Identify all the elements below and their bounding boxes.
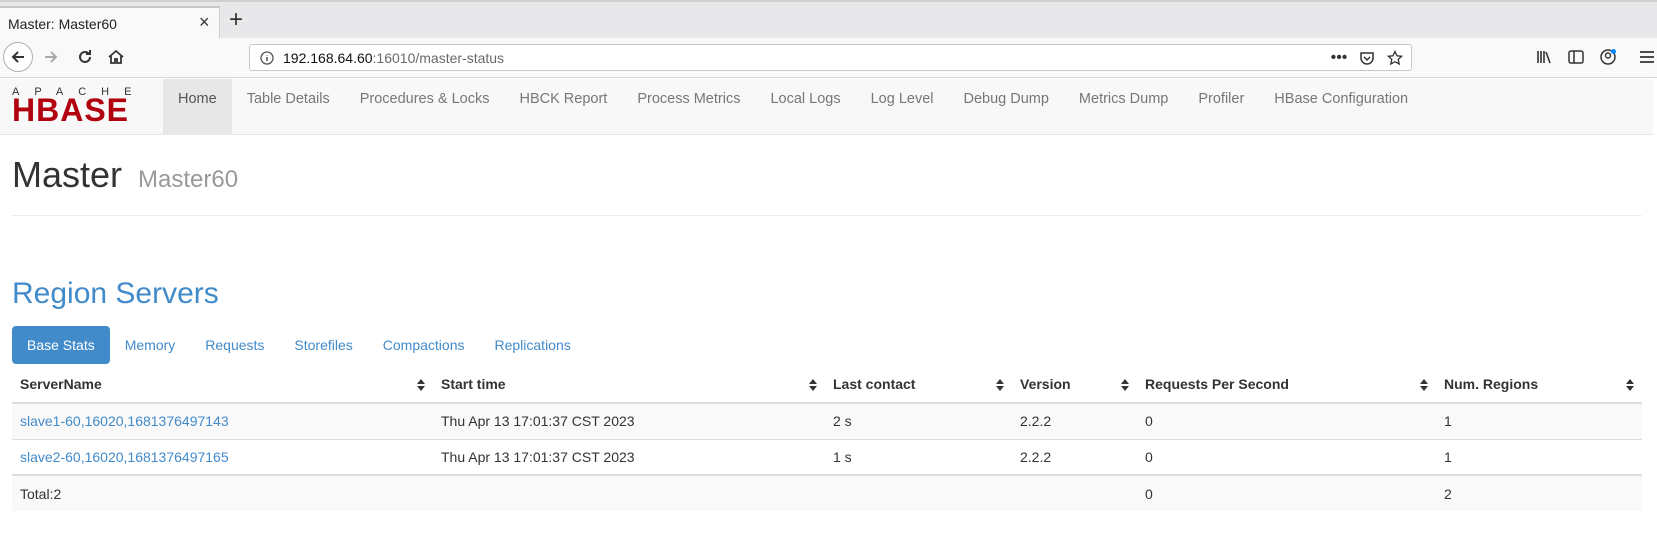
cell-requests-per-second: 0: [1137, 402, 1436, 439]
sort-icon: [417, 379, 425, 391]
logo-hbase-text: HBASE: [12, 92, 130, 128]
url-path: :16010/master-status: [372, 50, 505, 66]
column-header-start-time[interactable]: Start time: [433, 366, 825, 404]
column-header-servername[interactable]: ServerName: [12, 366, 433, 404]
cell-version: 2.2.2: [1012, 402, 1137, 439]
hamburger-menu-icon[interactable]: [1637, 47, 1657, 67]
tab-requests[interactable]: Requests: [190, 326, 279, 364]
arrow-left-icon: [11, 51, 24, 63]
nav-hbase-configuration[interactable]: HBase Configuration: [1259, 79, 1423, 135]
cell-last-contact: 2 s: [825, 402, 1012, 439]
column-header-label: Requests Per Second: [1145, 376, 1289, 392]
browser-nav-bar: 192.168.64.60:16010/master-status •••: [0, 38, 1657, 78]
cell-last-contact: 1 s: [825, 438, 1012, 475]
sort-icon: [1121, 379, 1129, 391]
page-subtitle: Master60: [138, 166, 239, 193]
column-header-label: Last contact: [833, 376, 916, 392]
tab-title: Master: Master60: [8, 16, 117, 32]
region-servers-table: ServerName Start time Last contact Versi…: [12, 366, 1642, 511]
tab-compactions[interactable]: Compactions: [368, 326, 480, 364]
page-header: Master Master60: [12, 154, 1642, 216]
column-header-label: Num. Regions: [1444, 376, 1539, 392]
page-content: APACHE HBASE Home Table Details Procedur…: [0, 79, 1657, 537]
hbase-logo[interactable]: APACHE HBASE: [12, 86, 148, 128]
main-nav: Home Table Details Procedures & Locks HB…: [163, 79, 1423, 135]
column-header-num-regions[interactable]: Num. Regions: [1436, 366, 1642, 404]
cell-num-regions: 1: [1436, 402, 1642, 439]
sort-icon: [1626, 379, 1634, 391]
reload-icon: [79, 50, 91, 63]
cell-version: 2.2.2: [1012, 438, 1137, 475]
new-tab-button[interactable]: +: [229, 8, 243, 32]
cell-start-time: Thu Apr 13 17:01:37 CST 2023: [433, 402, 825, 439]
browser-tab-bar: Master: Master60 × +: [0, 0, 1657, 40]
nav-procedures-locks[interactable]: Procedures & Locks: [345, 79, 505, 135]
total-empty-cell: [1012, 474, 1137, 511]
page-title-text: Master: [12, 154, 123, 195]
nav-metrics-dump[interactable]: Metrics Dump: [1064, 79, 1183, 135]
address-bar[interactable]: 192.168.64.60:16010/master-status •••: [249, 44, 1412, 71]
nav-debug-dump[interactable]: Debug Dump: [948, 79, 1063, 135]
nav-log-level[interactable]: Log Level: [856, 79, 949, 135]
tab-base-stats[interactable]: Base Stats: [12, 326, 110, 364]
nav-profiler[interactable]: Profiler: [1183, 79, 1259, 135]
info-icon[interactable]: [260, 51, 274, 65]
bookmark-star-icon[interactable]: [1385, 48, 1405, 68]
browser-tab[interactable]: Master: Master60 ×: [0, 6, 220, 40]
server-link[interactable]: slave1-60,16020,1681376497143: [20, 413, 229, 429]
close-tab-icon[interactable]: ×: [199, 12, 210, 32]
arrow-right-icon: [45, 51, 58, 63]
column-header-label: Start time: [441, 376, 506, 392]
tab-memory[interactable]: Memory: [110, 326, 191, 364]
home-icon: [108, 49, 124, 64]
column-header-last-contact[interactable]: Last contact: [825, 366, 1012, 404]
sidebar-icon[interactable]: [1565, 46, 1587, 68]
total-empty-cell: [825, 474, 1012, 511]
home-button[interactable]: [101, 42, 131, 72]
cell-num-regions: 1: [1436, 438, 1642, 475]
sort-icon: [809, 379, 817, 391]
total-requests-per-second: 0: [1137, 474, 1436, 511]
region-servers-title: Region Servers: [12, 277, 219, 310]
region-servers-tabs: Base Stats Memory Requests Storefiles Co…: [12, 326, 586, 364]
total-num-regions: 2: [1436, 474, 1642, 511]
table-header-row: ServerName Start time Last contact Versi…: [12, 366, 1642, 404]
url-text[interactable]: 192.168.64.60:16010/master-status: [283, 50, 504, 66]
total-empty-cell: [433, 474, 825, 511]
cell-start-time: Thu Apr 13 17:01:37 CST 2023: [433, 438, 825, 475]
sort-icon: [1420, 379, 1428, 391]
nav-hbck-report[interactable]: HBCK Report: [504, 79, 622, 135]
page-title: Master Master60: [12, 154, 1642, 196]
hbase-top-navbar: APACHE HBASE Home Table Details Procedur…: [0, 79, 1653, 135]
server-link[interactable]: slave2-60,16020,1681376497165: [20, 449, 229, 465]
cell-servername: slave2-60,16020,1681376497165: [12, 438, 433, 475]
column-header-requests-per-second[interactable]: Requests Per Second: [1137, 366, 1436, 404]
cell-requests-per-second: 0: [1137, 438, 1436, 475]
column-header-version[interactable]: Version: [1012, 366, 1137, 404]
back-button[interactable]: [3, 42, 33, 72]
account-icon[interactable]: [1597, 46, 1619, 68]
table-row: slave1-60,16020,1681376497143 Thu Apr 13…: [12, 402, 1642, 439]
page-actions-icon[interactable]: •••: [1329, 48, 1349, 68]
url-actions: •••: [1329, 48, 1405, 68]
tab-replications[interactable]: Replications: [479, 326, 585, 364]
column-header-label: ServerName: [20, 376, 102, 392]
sort-icon: [996, 379, 1004, 391]
pocket-icon[interactable]: [1357, 48, 1377, 68]
nav-local-logs[interactable]: Local Logs: [755, 79, 855, 135]
table-row: slave2-60,16020,1681376497165 Thu Apr 13…: [12, 438, 1642, 475]
url-host: 192.168.64.60: [283, 50, 373, 66]
browser-toolbar-right: [1533, 46, 1619, 68]
tab-storefiles[interactable]: Storefiles: [279, 326, 367, 364]
column-header-label: Version: [1020, 376, 1071, 392]
nav-home[interactable]: Home: [163, 79, 232, 135]
cell-servername: slave1-60,16020,1681376497143: [12, 402, 433, 439]
nav-table-details[interactable]: Table Details: [232, 79, 345, 135]
nav-process-metrics[interactable]: Process Metrics: [622, 79, 755, 135]
reload-button[interactable]: [70, 42, 100, 72]
library-icon[interactable]: [1533, 46, 1555, 68]
forward-button[interactable]: [36, 42, 66, 72]
table-total-row: Total:2 0 2: [12, 474, 1642, 511]
total-label: Total:2: [12, 474, 433, 511]
